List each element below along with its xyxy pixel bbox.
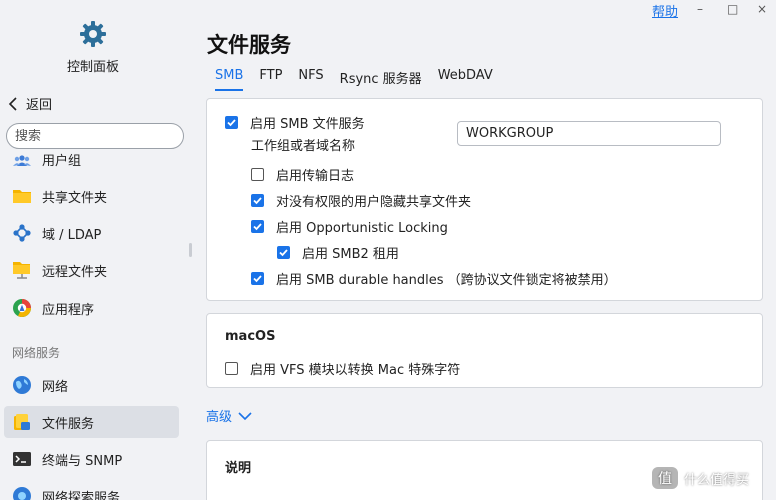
transfer-log-checkbox[interactable] (251, 168, 264, 181)
app-icon (12, 298, 32, 318)
check-icon (253, 223, 262, 231)
back-button[interactable]: 返回 (8, 94, 52, 113)
workgroup-label: 工作组或者域名称 (251, 139, 356, 154)
terminal-icon (12, 449, 32, 469)
sidebar-item-domain-ldap[interactable]: 域 / LDAP (4, 217, 179, 249)
advanced-toggle[interactable]: 高级 (206, 406, 252, 425)
vfs-checkbox[interactable] (225, 362, 238, 375)
hide-shares-checkbox[interactable] (251, 194, 264, 207)
sidebar-item-label: 共享文件夹 (42, 190, 108, 206)
minimize-button[interactable]: – (697, 2, 703, 16)
macos-panel: macOS 启用 VFS 模块以转换 Mac 特殊字符 (206, 313, 763, 388)
search-input[interactable] (15, 128, 185, 144)
sidebar-scrollbar[interactable] (189, 243, 192, 257)
tab-bar: SMB FTP NFS Rsync 服务器 WebDAV (215, 68, 509, 91)
oplock-checkbox[interactable] (251, 220, 264, 233)
tab-webdav[interactable]: WebDAV (438, 68, 493, 91)
check-icon (279, 249, 288, 257)
transfer-log-label: 启用传输日志 (276, 169, 355, 184)
check-icon (253, 275, 262, 283)
watermark: 值 什么值得买 (652, 467, 749, 489)
help-link[interactable]: 帮助 (652, 1, 678, 20)
macos-title: macOS (225, 329, 276, 344)
user-group-icon (12, 149, 32, 169)
smb2-lease-option[interactable]: 启用 SMB2 租用 (277, 243, 399, 262)
file-services-icon (12, 412, 32, 432)
check-icon (227, 119, 236, 127)
oplock-label: 启用 Opportunistic Locking (276, 221, 448, 236)
control-panel-label: 控制面板 (66, 60, 119, 75)
maximize-button[interactable]: □ (727, 2, 738, 16)
discovery-icon (12, 486, 32, 500)
hide-shares-option[interactable]: 对没有权限的用户隐藏共享文件夹 (251, 191, 471, 210)
sidebar-item-label: 远程文件夹 (42, 264, 108, 280)
smb2-lease-checkbox[interactable] (277, 246, 290, 259)
smb2-lease-label: 启用 SMB2 租用 (302, 247, 399, 262)
folder-icon (12, 186, 32, 206)
sidebar-item-remote-folders[interactable]: 远程文件夹 (4, 254, 179, 286)
watermark-text: 什么值得买 (684, 472, 750, 488)
vfs-label: 启用 VFS 模块以转换 Mac 特殊字符 (250, 363, 461, 378)
enable-smb-label: 启用 SMB 文件服务 (250, 117, 365, 132)
tab-rsync[interactable]: Rsync 服务器 (340, 68, 422, 91)
smb-settings-panel: 启用 SMB 文件服务 工作组或者域名称 启用传输日志 对没有权限的用户隐藏共享… (206, 98, 763, 301)
globe-icon (12, 375, 32, 395)
sidebar-item-label: 域 / LDAP (42, 227, 102, 243)
sidebar-item-label: 用户组 (42, 153, 82, 169)
enable-smb-option[interactable]: 启用 SMB 文件服务 (225, 113, 365, 132)
back-label: 返回 (26, 98, 53, 113)
transfer-log-option[interactable]: 启用传输日志 (251, 165, 354, 184)
check-icon (253, 197, 262, 205)
sidebar-item-label: 应用程序 (42, 302, 95, 318)
durable-handles-checkbox[interactable] (251, 272, 264, 285)
durable-handles-label: 启用 SMB durable handles （跨协议文件锁定将被禁用） (276, 273, 617, 288)
chevron-left-icon (8, 96, 17, 111)
hide-shares-label: 对没有权限的用户隐藏共享文件夹 (276, 195, 472, 210)
sidebar-item-label: 网络 (42, 379, 69, 395)
vfs-option[interactable]: 启用 VFS 模块以转换 Mac 特殊字符 (225, 359, 460, 378)
sidebar: 控制面板 返回 用户组 共享文件夹 域 / LDAP 远程文件夹 (0, 0, 190, 500)
tab-ftp[interactable]: FTP (259, 68, 282, 91)
gear-icon (80, 21, 106, 47)
oplock-option[interactable]: 启用 Opportunistic Locking (251, 217, 448, 236)
sidebar-item-file-services[interactable]: 文件服务 (4, 406, 179, 438)
control-panel-header[interactable]: 控制面板 (0, 20, 186, 75)
page-title: 文件服务 (207, 33, 291, 57)
description-title: 说明 (225, 461, 252, 476)
tab-nfs[interactable]: NFS (298, 68, 323, 91)
enable-smb-checkbox[interactable] (225, 116, 238, 129)
remote-folder-icon (12, 260, 32, 280)
sidebar-item-network[interactable]: 网络 (4, 369, 179, 401)
network-nodes-icon (12, 223, 32, 243)
sidebar-item-terminal-snmp[interactable]: 终端与 SNMP (4, 443, 179, 475)
advanced-label: 高级 (206, 410, 233, 425)
workgroup-input[interactable] (457, 121, 721, 146)
sidebar-item-shared-folders[interactable]: 共享文件夹 (4, 180, 179, 212)
sidebar-item-label: 文件服务 (42, 416, 95, 432)
sidebar-item-user-groups[interactable]: 用户组 (4, 143, 179, 175)
sidebar-item-applications[interactable]: 应用程序 (4, 292, 179, 324)
watermark-logo-icon: 值 (652, 467, 678, 489)
sidebar-item-network-discovery[interactable]: 网络探索服务 (4, 480, 179, 500)
network-services-section-label: 网络服务 (12, 346, 61, 360)
sidebar-item-label: 终端与 SNMP (42, 453, 123, 469)
tab-smb[interactable]: SMB (215, 68, 244, 91)
chevron-down-icon (238, 411, 252, 420)
durable-handles-option[interactable]: 启用 SMB durable handles （跨协议文件锁定将被禁用） (251, 269, 617, 288)
sidebar-item-label: 网络探索服务 (42, 490, 121, 500)
close-button[interactable]: × (757, 2, 767, 16)
